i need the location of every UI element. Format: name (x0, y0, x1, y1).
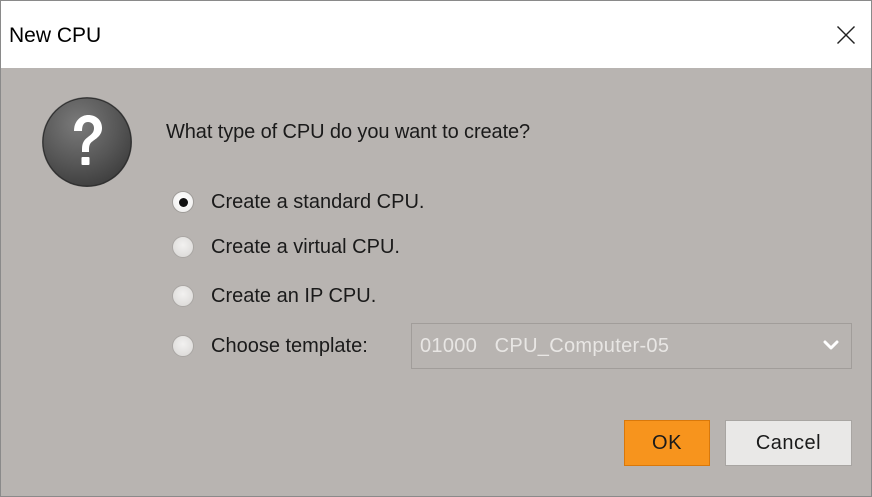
radio-label: Create a standard CPU. (211, 191, 425, 213)
template-dropdown-value: 01000 CPU_Computer-05 (420, 334, 670, 357)
chevron-down-icon (823, 340, 839, 350)
ok-button[interactable]: OK (624, 420, 710, 466)
dialog-prompt: What type of CPU do you want to create? (166, 121, 531, 143)
new-cpu-dialog: New CPU What type of CPU do you want to … (0, 0, 872, 497)
radio-virtual-cpu[interactable]: Create a virtual CPU. (172, 232, 400, 262)
window-title: New CPU (9, 24, 102, 47)
dialog-body: What type of CPU do you want to create? … (1, 68, 871, 496)
radio-choose-template[interactable]: Choose template: (172, 331, 368, 361)
radio-standard-cpu[interactable]: Create a standard CPU. (172, 187, 424, 217)
close-icon (837, 25, 855, 44)
radio-label: Create an IP CPU. (211, 285, 377, 307)
radio-ip-cpu[interactable]: Create an IP CPU. (172, 281, 376, 311)
template-dropdown[interactable]: 01000 CPU_Computer-05 (411, 323, 852, 369)
radio-label: Create a virtual CPU. (211, 236, 400, 258)
radio-button[interactable] (172, 285, 194, 307)
radio-button-checked[interactable] (172, 191, 194, 213)
close-button[interactable] (821, 1, 871, 68)
radio-button[interactable] (172, 335, 194, 357)
cancel-button[interactable]: Cancel (725, 420, 852, 466)
radio-button[interactable] (172, 236, 194, 258)
radio-label: Choose template: (211, 335, 368, 357)
title-bar: New CPU (1, 1, 871, 68)
question-icon (42, 97, 132, 187)
